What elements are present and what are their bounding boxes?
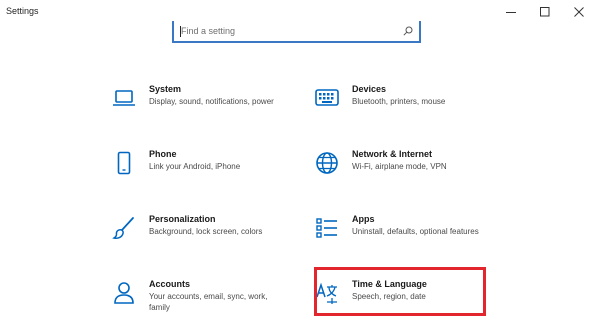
globe-icon: [315, 151, 339, 175]
search-input[interactable]: [174, 22, 401, 40]
tile-devices[interactable]: Devices Bluetooth, printers, mouse: [315, 84, 505, 130]
close-icon: [574, 7, 584, 17]
close-button[interactable]: [562, 0, 596, 24]
tile-network-description: Wi-Fi, airplane mode, VPN: [352, 162, 447, 171]
tile-personalization-description: Background, lock screen, colors: [149, 227, 263, 236]
tile-accounts-title: Accounts: [149, 279, 191, 289]
highlight-box: [314, 267, 486, 316]
tile-network-title: Network & Internet: [352, 149, 433, 159]
tile-personalization-title: Personalization: [149, 214, 216, 224]
tile-devices-description: Bluetooth, printers, mouse: [352, 97, 446, 106]
minimize-icon: [506, 12, 516, 13]
keyboard-icon: [315, 86, 339, 110]
tile-accounts-description: Your accounts, email, sync, work, family: [149, 292, 268, 312]
search-icon[interactable]: [403, 26, 413, 36]
tile-system-description: Display, sound, notifications, power: [149, 97, 274, 106]
phone-icon: [112, 151, 136, 175]
tile-phone-title: Phone: [149, 149, 177, 159]
brush-icon: [112, 216, 136, 240]
window-title: Settings: [6, 6, 39, 16]
tile-personalization[interactable]: Personalization Background, lock screen,…: [112, 214, 302, 260]
person-icon: [112, 281, 136, 305]
apps-list-icon: [315, 216, 339, 240]
maximize-button[interactable]: [528, 0, 562, 24]
tile-apps-title: Apps: [352, 214, 375, 224]
search-box[interactable]: [172, 21, 421, 43]
tile-accounts[interactable]: Accounts Your accounts, email, sync, wor…: [112, 279, 302, 325]
minimize-button[interactable]: [494, 0, 528, 24]
laptop-icon: [112, 86, 136, 110]
maximize-icon: [540, 7, 550, 17]
tile-devices-title: Devices: [352, 84, 387, 94]
tile-apps-description: Uninstall, defaults, optional features: [352, 227, 479, 236]
tile-network-internet[interactable]: Network & Internet Wi-Fi, airplane mode,…: [315, 149, 505, 195]
tile-apps[interactable]: Apps Uninstall, defaults, optional featu…: [315, 214, 505, 260]
tile-system[interactable]: System Display, sound, notifications, po…: [112, 84, 302, 130]
tile-phone[interactable]: Phone Link your Android, iPhone: [112, 149, 302, 195]
tile-phone-description: Link your Android, iPhone: [149, 162, 241, 171]
tile-system-title: System: [149, 84, 182, 94]
